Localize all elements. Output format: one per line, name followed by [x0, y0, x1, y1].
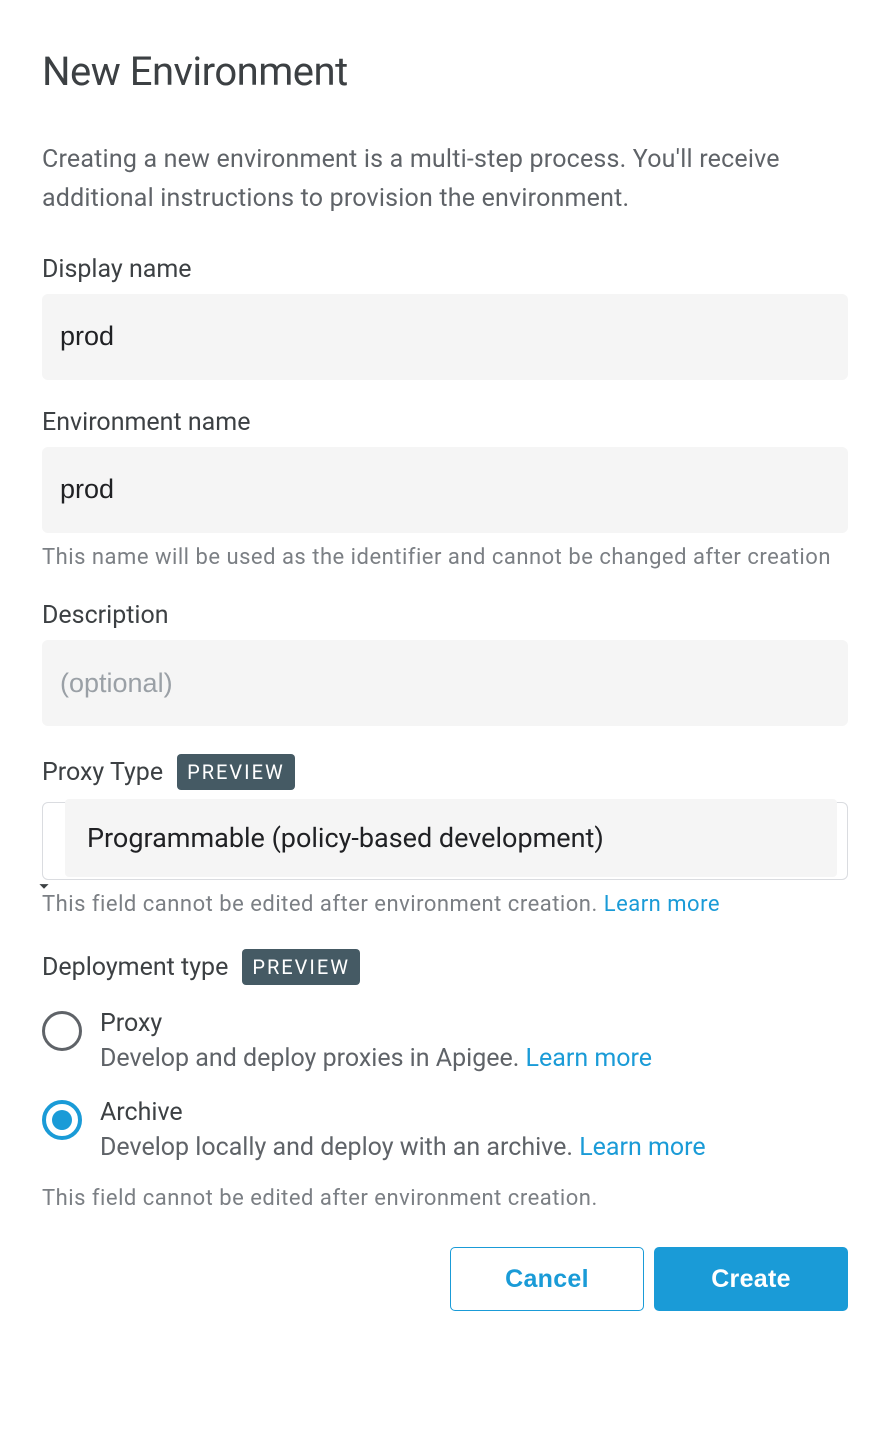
environment-name-field: Environment name This name will be used … [42, 408, 848, 574]
proxy-type-field: Proxy Type PREVIEW Programmable (policy-… [42, 754, 848, 921]
display-name-field: Display name [42, 255, 848, 380]
chevron-down-icon [33, 875, 55, 897]
description-field: Description [42, 601, 848, 726]
proxy-type-helper-text: This field cannot be edited after enviro… [42, 892, 604, 917]
intro-text: Creating a new environment is a multi-st… [42, 141, 848, 219]
proxy-type-select[interactable]: Programmable (policy-based development) [42, 802, 848, 880]
proxy-type-label-row: Proxy Type PREVIEW [42, 754, 848, 790]
dialog-buttons: Cancel Create [42, 1247, 848, 1311]
deployment-option-title: Archive [100, 1098, 848, 1127]
deployment-option-archive[interactable]: Archive Develop locally and deploy with … [42, 1098, 848, 1167]
environment-name-helper: This name will be used as the identifier… [42, 543, 848, 574]
preview-badge: PREVIEW [242, 949, 360, 985]
radio-unchecked-icon[interactable] [42, 1011, 82, 1051]
deployment-option-desc: Develop and deploy proxies in Apigee. Le… [100, 1040, 848, 1078]
description-label: Description [42, 601, 848, 630]
radio-checked-icon[interactable] [42, 1100, 82, 1140]
description-input[interactable] [42, 640, 848, 726]
deployment-option-title: Proxy [100, 1009, 848, 1038]
page-title: New Environment [42, 48, 848, 95]
deployment-option-desc: Develop locally and deploy with an archi… [100, 1129, 848, 1167]
deployment-type-label: Deployment type [42, 953, 228, 982]
deployment-archive-learn-more-link[interactable]: Learn more [579, 1133, 705, 1162]
proxy-type-selected-value: Programmable (policy-based development) [65, 799, 837, 877]
deployment-type-field: Deployment type PREVIEW Proxy Develop an… [42, 949, 848, 1211]
cancel-button[interactable]: Cancel [450, 1247, 644, 1311]
deployment-type-label-row: Deployment type PREVIEW [42, 949, 848, 985]
create-button[interactable]: Create [654, 1247, 848, 1311]
display-name-input[interactable] [42, 294, 848, 380]
proxy-type-label: Proxy Type [42, 758, 163, 787]
proxy-type-helper: This field cannot be edited after enviro… [42, 890, 848, 921]
proxy-type-learn-more-link[interactable]: Learn more [604, 892, 720, 917]
environment-name-input[interactable] [42, 447, 848, 533]
deployment-type-helper: This field cannot be edited after enviro… [42, 1186, 848, 1211]
environment-name-label: Environment name [42, 408, 848, 437]
deployment-proxy-learn-more-link[interactable]: Learn more [526, 1044, 652, 1073]
preview-badge: PREVIEW [177, 754, 295, 790]
new-environment-form: New Environment Creating a new environme… [0, 0, 890, 1341]
display-name-label: Display name [42, 255, 848, 284]
deployment-option-proxy[interactable]: Proxy Develop and deploy proxies in Apig… [42, 1009, 848, 1078]
